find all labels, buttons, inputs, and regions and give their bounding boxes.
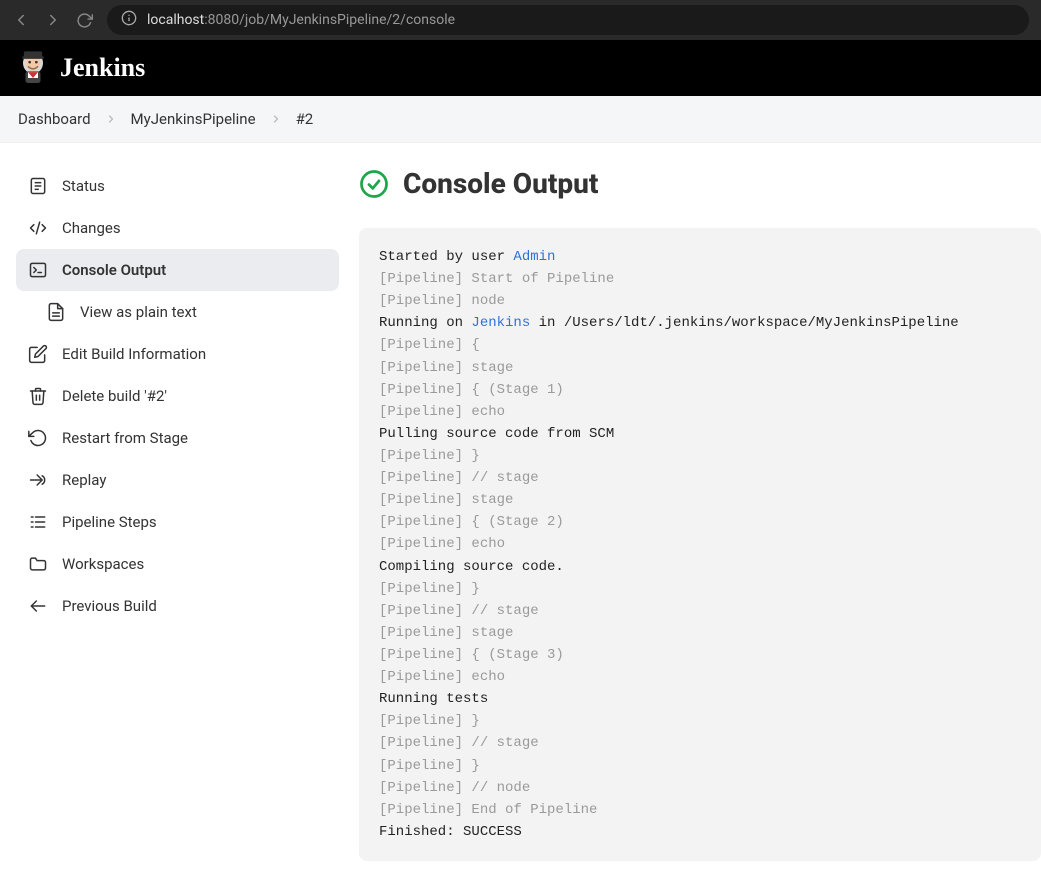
console-line: [Pipeline] // stage bbox=[379, 467, 1021, 489]
sidebar-item[interactable]: Workspaces bbox=[16, 543, 339, 585]
sidebar-item[interactable]: Edit Build Information bbox=[16, 333, 339, 375]
arrow-left-icon bbox=[28, 596, 48, 616]
console-line: [Pipeline] stage bbox=[379, 357, 1021, 379]
status-icon bbox=[28, 176, 48, 196]
breadcrumb-item[interactable]: #2 bbox=[296, 110, 314, 128]
browser-back-icon[interactable] bbox=[12, 11, 30, 29]
sidebar-item[interactable]: Replay bbox=[16, 459, 339, 501]
sidebar-item-label: Restart from Stage bbox=[62, 429, 188, 447]
browser-forward-icon[interactable] bbox=[44, 11, 62, 29]
console-line: Running on Jenkins in /Users/ldt/.jenkin… bbox=[379, 312, 1021, 334]
main-content: Console Output Started by user Admin[Pip… bbox=[355, 143, 1041, 885]
console-line: [Pipeline] // stage bbox=[379, 600, 1021, 622]
steps-icon bbox=[28, 512, 48, 532]
browser-toolbar: localhost:8080/job/MyJenkinsPipeline/2/c… bbox=[0, 0, 1041, 40]
sidebar-item[interactable]: Pipeline Steps bbox=[16, 501, 339, 543]
console-line: [Pipeline] stage bbox=[379, 622, 1021, 644]
sidebar-item-label: Changes bbox=[62, 219, 121, 237]
url-text: localhost:8080/job/MyJenkinsPipeline/2/c… bbox=[147, 12, 455, 28]
console-line: [Pipeline] } bbox=[379, 710, 1021, 732]
console-line: [Pipeline] Start of Pipeline bbox=[379, 268, 1021, 290]
sidebar-item[interactable]: Restart from Stage bbox=[16, 417, 339, 459]
sidebar-item-label: Replay bbox=[62, 471, 106, 489]
console-line: [Pipeline] echo bbox=[379, 401, 1021, 423]
console-line: [Pipeline] { (Stage 1) bbox=[379, 379, 1021, 401]
console-line: Finished: SUCCESS bbox=[379, 821, 1021, 843]
console-link[interactable]: Jenkins bbox=[471, 315, 530, 331]
console-line: [Pipeline] End of Pipeline bbox=[379, 799, 1021, 821]
console-line: [Pipeline] stage bbox=[379, 489, 1021, 511]
breadcrumb-item[interactable]: MyJenkinsPipeline bbox=[131, 110, 256, 128]
sidebar-item-label: View as plain text bbox=[80, 303, 197, 321]
jenkins-header: Jenkins bbox=[0, 40, 1041, 96]
sidebar-item-label: Pipeline Steps bbox=[62, 513, 157, 531]
browser-url-bar[interactable]: localhost:8080/job/MyJenkinsPipeline/2/c… bbox=[107, 5, 1029, 35]
folder-icon bbox=[28, 554, 48, 574]
success-check-icon bbox=[359, 169, 389, 199]
edit-icon bbox=[28, 344, 48, 364]
replay-icon bbox=[28, 470, 48, 490]
jenkins-mascot-icon bbox=[16, 48, 50, 88]
console-line: [Pipeline] { bbox=[379, 334, 1021, 356]
jenkins-logo[interactable]: Jenkins bbox=[16, 48, 145, 88]
breadcrumb: Dashboard MyJenkinsPipeline #2 bbox=[0, 96, 1041, 143]
console-line: Compiling source code. bbox=[379, 556, 1021, 578]
sidebar-item[interactable]: Status bbox=[16, 165, 339, 207]
console-line: Running tests bbox=[379, 688, 1021, 710]
jenkins-logo-text: Jenkins bbox=[60, 53, 145, 83]
console-line: [Pipeline] echo bbox=[379, 533, 1021, 555]
console-line: [Pipeline] } bbox=[379, 445, 1021, 467]
sidebar-item[interactable]: Changes bbox=[16, 207, 339, 249]
browser-reload-icon[interactable] bbox=[76, 12, 93, 29]
sidebar-item-label: Workspaces bbox=[62, 555, 144, 573]
chevron-right-icon bbox=[105, 113, 117, 125]
console-line: Pulling source code from SCM bbox=[379, 423, 1021, 445]
sidebar-item[interactable]: Console Output bbox=[16, 249, 339, 291]
console-line: [Pipeline] { (Stage 2) bbox=[379, 511, 1021, 533]
sidebar-item-label: Console Output bbox=[62, 261, 166, 279]
page-title: Console Output bbox=[403, 167, 598, 200]
sidebar-item-label: Edit Build Information bbox=[62, 345, 206, 363]
sidebar-item-label: Delete build '#2' bbox=[62, 387, 167, 405]
console-output: Started by user Admin[Pipeline] Start of… bbox=[359, 228, 1041, 861]
restart-icon bbox=[28, 428, 48, 448]
sidebar: Status Changes Console Output View as plain… bbox=[0, 143, 355, 885]
document-icon bbox=[46, 302, 66, 322]
console-line: Started by user Admin bbox=[379, 246, 1021, 268]
info-icon bbox=[121, 10, 137, 30]
sidebar-item[interactable]: Previous Build bbox=[16, 585, 339, 627]
console-icon bbox=[28, 260, 48, 280]
console-line: [Pipeline] // stage bbox=[379, 732, 1021, 754]
sidebar-item-label: Status bbox=[62, 177, 105, 195]
console-line: [Pipeline] echo bbox=[379, 666, 1021, 688]
console-line: [Pipeline] } bbox=[379, 755, 1021, 777]
console-line: [Pipeline] { (Stage 3) bbox=[379, 644, 1021, 666]
changes-icon bbox=[28, 218, 48, 238]
breadcrumb-item[interactable]: Dashboard bbox=[18, 110, 91, 128]
sidebar-item[interactable]: View as plain text bbox=[16, 291, 339, 333]
console-line: [Pipeline] node bbox=[379, 290, 1021, 312]
trash-icon bbox=[28, 386, 48, 406]
sidebar-item-label: Previous Build bbox=[62, 597, 157, 615]
console-link[interactable]: Admin bbox=[513, 249, 555, 265]
console-line: [Pipeline] // node bbox=[379, 777, 1021, 799]
sidebar-item[interactable]: Delete build '#2' bbox=[16, 375, 339, 417]
console-line: [Pipeline] } bbox=[379, 578, 1021, 600]
chevron-right-icon bbox=[270, 113, 282, 125]
